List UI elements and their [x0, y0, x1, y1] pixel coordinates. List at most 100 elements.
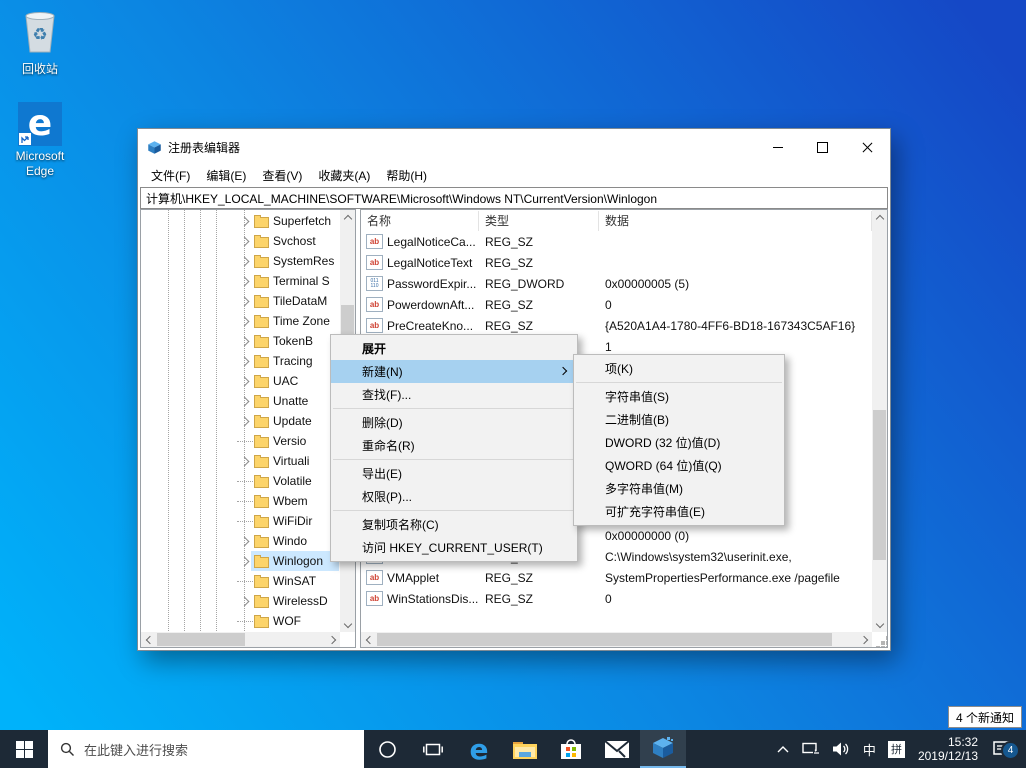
taskbar-file-explorer-button[interactable] — [502, 730, 548, 768]
ctx-delete[interactable]: 删除(D) — [331, 411, 577, 434]
ctx-permissions[interactable]: 权限(P)... — [331, 485, 577, 508]
ctx-find[interactable]: 查找(F)... — [331, 383, 577, 406]
tree-item-wof[interactable]: WOF — [141, 611, 340, 631]
scrollbar-thumb[interactable] — [873, 410, 886, 560]
expand-chevron-icon[interactable] — [239, 536, 250, 547]
title-bar[interactable]: 注册表编辑器 — [138, 129, 890, 165]
registry-value-row[interactable]: PasswordExpir... REG_DWORD 0x00000005 (5) — [361, 273, 872, 294]
action-center-button[interactable]: 4 — [985, 740, 1026, 760]
minimize-button[interactable] — [755, 129, 800, 165]
expand-chevron-icon[interactable] — [239, 396, 250, 407]
list-vertical-scrollbar[interactable] — [872, 210, 887, 632]
tree-item-update[interactable]: Update — [141, 411, 340, 431]
scrollbar-thumb[interactable] — [157, 633, 245, 646]
ctx-go-hkcu[interactable]: 访问 HKEY_CURRENT_USER(T) — [331, 536, 577, 559]
ctx-expand[interactable]: 展开 — [331, 337, 577, 360]
sub-multi-string-value[interactable]: 多字符串值(M) — [574, 477, 784, 500]
scroll-down-arrow[interactable] — [340, 617, 355, 632]
expand-chevron-icon[interactable] — [239, 236, 250, 247]
menu-edit[interactable]: 编辑(E) — [198, 165, 254, 187]
column-header-类型[interactable]: 类型 — [479, 211, 599, 231]
registry-value-row[interactable]: LegalNoticeCa... REG_SZ — [361, 231, 872, 252]
close-button[interactable] — [845, 129, 890, 165]
registry-value-row[interactable]: VMApplet REG_SZ SystemPropertiesPerformanc… — [361, 567, 872, 588]
sub-string-value[interactable]: 字符串值(S) — [574, 385, 784, 408]
expand-chevron-icon[interactable] — [239, 256, 250, 267]
tree-item-winsat[interactable]: WinSAT — [141, 571, 340, 591]
taskbar-regedit-button[interactable] — [640, 730, 686, 768]
expand-chevron-icon[interactable] — [239, 356, 250, 367]
expand-chevron-icon[interactable] — [239, 456, 250, 467]
tree-horizontal-scrollbar[interactable] — [141, 632, 340, 647]
scroll-up-arrow[interactable] — [340, 210, 355, 225]
tree-item-wifidir[interactable]: WiFiDir — [141, 511, 340, 531]
tree-item-wirelessd[interactable]: WirelessD — [141, 591, 340, 611]
menu-view[interactable]: 查看(V) — [254, 165, 310, 187]
address-bar[interactable]: 计算机\HKEY_LOCAL_MACHINE\SOFTWARE\Microsof… — [140, 187, 888, 209]
tree-item-virtuali[interactable]: Virtuali — [141, 451, 340, 471]
taskbar-search-input[interactable]: 在此键入进行搜索 — [48, 730, 364, 768]
tray-chevron-up[interactable] — [770, 744, 796, 755]
registry-value-row[interactable]: WinStationsDis... REG_SZ 0 — [361, 588, 872, 609]
expand-chevron-icon[interactable] — [239, 376, 250, 387]
tree-item-windo[interactable]: Windo — [141, 531, 340, 551]
menu-file[interactable]: 文件(F) — [143, 165, 198, 187]
ctx-rename[interactable]: 重命名(R) — [331, 434, 577, 457]
ctx-export[interactable]: 导出(E) — [331, 462, 577, 485]
scroll-up-arrow[interactable] — [872, 210, 887, 225]
cortana-button[interactable] — [364, 730, 410, 768]
registry-value-row[interactable]: PowerdownAft... REG_SZ 0 — [361, 294, 872, 315]
tray-volume[interactable] — [827, 742, 857, 756]
desktop-icon-microsoft-edge[interactable]: Microsoft Edge — [2, 102, 78, 179]
tree-item-versio[interactable]: Versio — [141, 431, 340, 451]
sub-dword-value[interactable]: DWORD (32 位)值(D) — [574, 431, 784, 454]
sub-key[interactable]: 项(K) — [574, 357, 784, 380]
sub-qword-value[interactable]: QWORD (64 位)值(Q) — [574, 454, 784, 477]
column-header-数据[interactable]: 数据 — [599, 211, 872, 231]
menu-favorites[interactable]: 收藏夹(A) — [310, 165, 378, 187]
scroll-right-arrow[interactable] — [857, 632, 872, 647]
tray-clock[interactable]: 15:32 2019/12/13 — [911, 735, 985, 763]
column-header-名称[interactable]: 名称 — [361, 211, 479, 231]
tree-item-time-zone[interactable]: Time Zone — [141, 311, 340, 331]
tree-item-wbem[interactable]: Wbem — [141, 491, 340, 511]
tree-item-terminal-s[interactable]: Terminal S — [141, 271, 340, 291]
expand-chevron-icon[interactable] — [239, 296, 250, 307]
list-horizontal-scrollbar[interactable] — [361, 632, 872, 647]
tray-ime-mode[interactable]: 拼 — [882, 740, 911, 758]
tree-item-superfetch[interactable]: Superfetch — [141, 211, 340, 231]
list-header[interactable]: 名称 类型 数据 — [361, 211, 872, 231]
tree-item-tracing[interactable]: Tracing — [141, 351, 340, 371]
start-button[interactable] — [0, 730, 48, 768]
task-view-button[interactable] — [410, 730, 456, 768]
scroll-right-arrow[interactable] — [325, 632, 340, 647]
scroll-left-arrow[interactable] — [141, 632, 156, 647]
expand-chevron-icon[interactable] — [239, 216, 250, 227]
tree-item-winlogon[interactable]: Winlogon — [141, 551, 340, 571]
tray-network[interactable] — [796, 742, 827, 757]
scroll-down-arrow[interactable] — [872, 617, 887, 632]
taskbar-mail-button[interactable] — [594, 730, 640, 768]
tree-item-systemres[interactable]: SystemRes — [141, 251, 340, 271]
tree-item-volatile[interactable]: Volatile — [141, 471, 340, 491]
expand-chevron-icon[interactable] — [239, 416, 250, 427]
registry-value-row[interactable]: PreCreateKno... REG_SZ {A520A1A4-1780-4FF6… — [361, 315, 872, 336]
expand-chevron-icon[interactable] — [239, 596, 250, 607]
tree-item-uac[interactable]: UAC — [141, 371, 340, 391]
taskbar-edge-button[interactable] — [456, 730, 502, 768]
expand-chevron-icon[interactable] — [239, 556, 250, 567]
tree-item-unatte[interactable]: Unatte — [141, 391, 340, 411]
expand-chevron-icon[interactable] — [239, 276, 250, 287]
scrollbar-thumb[interactable] — [377, 633, 832, 646]
maximize-button[interactable] — [800, 129, 845, 165]
expand-chevron-icon[interactable] — [239, 336, 250, 347]
registry-value-row[interactable]: LegalNoticeText REG_SZ — [361, 252, 872, 273]
tree-item-tiledatam[interactable]: TileDataM — [141, 291, 340, 311]
tree-item-svchost[interactable]: Svchost — [141, 231, 340, 251]
sub-expandable-string-value[interactable]: 可扩充字符串值(E) — [574, 500, 784, 523]
tree-item-tokenb[interactable]: TokenB — [141, 331, 340, 351]
tray-ime-language[interactable]: 中 — [857, 740, 882, 759]
scroll-left-arrow[interactable] — [361, 632, 376, 647]
taskbar-store-button[interactable] — [548, 730, 594, 768]
ctx-new[interactable]: 新建(N) — [331, 360, 577, 383]
